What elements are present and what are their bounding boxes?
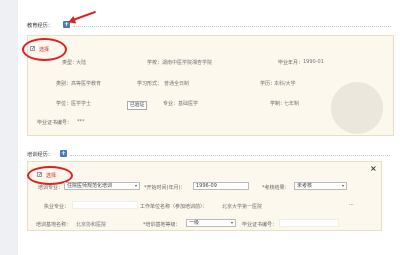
training-cert-input[interactable]: [279, 219, 339, 227]
training-base-level-value: 一级: [189, 220, 200, 226]
training-base-level-label: *培训基地等级：: [143, 222, 181, 228]
training-result-select[interactable]: 未考核 ▾: [294, 182, 347, 190]
education-section-title: 教育经历：: [27, 23, 53, 29]
edu-type-label: 类型：: [62, 60, 78, 66]
training-base-name-value: 北京协和医院: [76, 222, 107, 228]
chevron-down-icon: ▾: [341, 183, 344, 188]
training-result-value: 未考核: [297, 183, 313, 189]
training-workplace-label: 工作单位名称（参加培训前）：: [140, 204, 208, 210]
add-training-plus-icon[interactable]: +: [60, 150, 67, 157]
training-base-name-label: 培训基地名称：: [36, 222, 72, 228]
edu-degree-label: 学位：: [56, 101, 72, 107]
edu-education-value: 本科/大学: [274, 81, 296, 87]
education-highlight-circle: [22, 38, 67, 61]
edu-study-form-value: 普通全日制: [164, 81, 190, 87]
edu-category-label: 类别：: [56, 81, 72, 87]
edu-major-value: 基础医学: [178, 101, 199, 107]
left-gutter: [0, 0, 18, 255]
edu-schooling-label: 学制：: [270, 101, 286, 107]
training-start-label: *开始时间(年月)：: [144, 185, 186, 191]
training-cert-label: 毕业证书编号：: [242, 222, 278, 228]
edu-education-label: 学历：: [260, 81, 276, 87]
training-more-indicator[interactable]: ...: [349, 201, 354, 207]
training-major-select[interactable]: 住院医师规范化培训 ▾: [64, 182, 140, 190]
training-major-value: 住院医师规范化培训: [67, 183, 113, 189]
edu-schooling-value: 七年制: [284, 101, 300, 107]
edu-type-value: 大陆: [76, 60, 87, 66]
edu-degree-value: 医学学士: [71, 101, 92, 107]
annotation-arrow-shaft: [72, 10, 96, 21]
edu-study-form-label: 学习形式：: [137, 81, 163, 87]
training-result-label: *考核结果：: [262, 185, 290, 191]
chevron-down-icon: ▾: [230, 220, 233, 225]
chevron-down-icon: ▾: [134, 183, 137, 188]
training-base-level-select[interactable]: 一级 ▾: [186, 219, 236, 227]
training-workplace-value: 北京大学第一医院: [222, 204, 263, 210]
edu-category-value: 高等医学教育: [71, 81, 102, 87]
training-start-input[interactable]: 1996-09: [193, 182, 249, 190]
training-section-title: 培训经历：: [27, 152, 53, 158]
watermark-check-icon: [331, 82, 383, 134]
training-practice-input[interactable]: [72, 201, 138, 209]
verified-tooltip: 已验证: [127, 101, 148, 110]
training-major-label: 培训专业：: [38, 185, 64, 191]
edu-grad-value: 1990-01: [303, 59, 324, 65]
training-start-value: 1996-09: [196, 183, 217, 189]
edu-school-label: 学校：: [147, 60, 163, 66]
edu-cert-value: ***: [77, 119, 85, 125]
edu-major-label: 专业：: [163, 101, 179, 107]
training-practice-label: 执业专业：: [44, 204, 70, 210]
edu-school-value: 湖南中医学院湘杏学院: [162, 60, 213, 66]
edu-grad-label: 毕业年月：: [278, 60, 304, 66]
training-divider: [70, 155, 390, 156]
edu-cert-label: 毕业证书编号：: [37, 120, 73, 126]
education-divider: [73, 26, 391, 27]
training-close-icon[interactable]: ×: [370, 164, 377, 173]
